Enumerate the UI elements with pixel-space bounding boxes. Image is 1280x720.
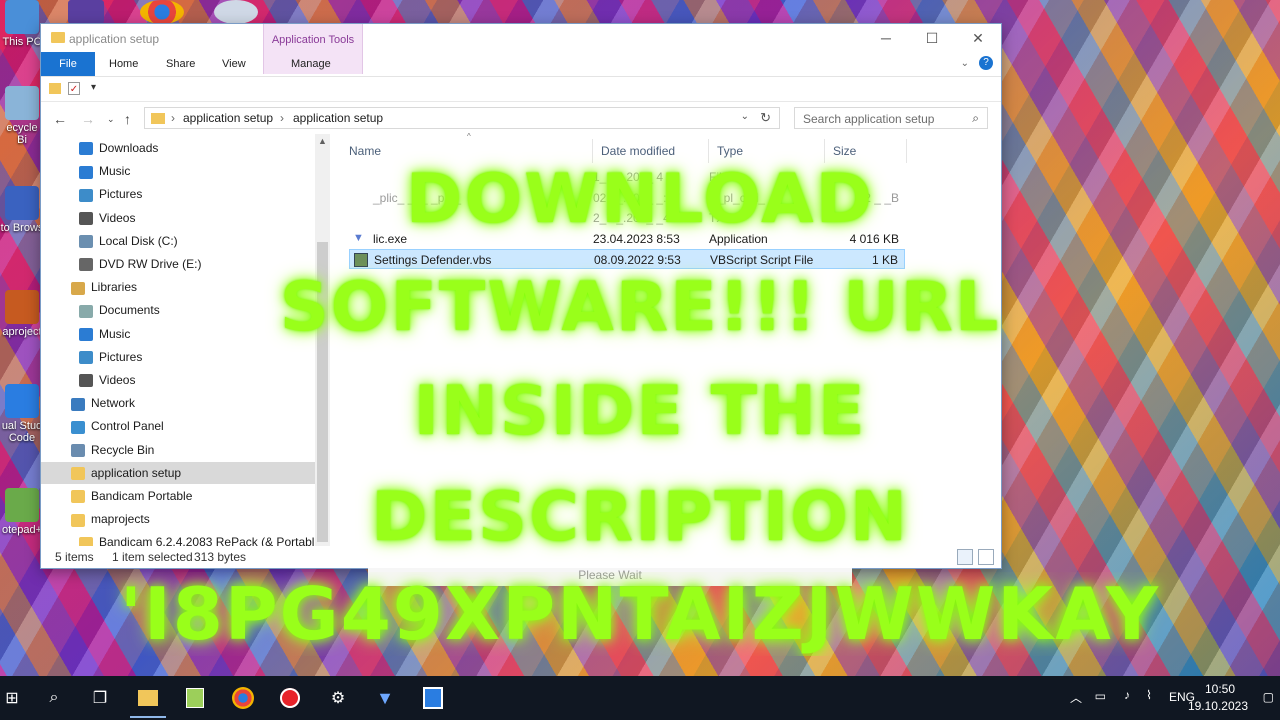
chevron-down-icon[interactable]: ⌄	[741, 111, 749, 122]
properties-icon[interactable]: ✓	[68, 82, 80, 95]
scroll-up-icon[interactable]: ▲	[318, 136, 327, 146]
overlay-text-line: DESCRIPTION	[371, 478, 909, 557]
minimize-button[interactable]: ─	[863, 24, 909, 52]
overlay-code-text: 'I8PG49XPNTAIZJWWKAY	[119, 572, 1161, 656]
taskbar: ⊞ ⌕ ❐ ⚙ ▼ ︿ ▭ ♪ ⌇ ENG 10:50 19.10.2023 ▢	[0, 676, 1280, 720]
new-folder-icon[interactable]	[49, 83, 61, 94]
volume-icon[interactable]: ♪	[1124, 688, 1130, 702]
sort-ascending-icon: ^	[467, 132, 471, 141]
clock-date[interactable]: 19.10.2023	[1188, 699, 1248, 713]
help-icon[interactable]: ?	[979, 56, 993, 70]
start-windows-icon[interactable]: ⊞	[0, 686, 24, 710]
breadcrumb-item[interactable]: application setup	[293, 111, 383, 125]
breadcrumb-item[interactable]: application setup	[183, 111, 273, 125]
address-bar[interactable]: › application setup › application setup …	[144, 107, 780, 129]
address-row: ← → ⌄ ↑ › application setup › applicatio…	[41, 102, 1001, 136]
notifications-icon[interactable]: ▢	[1263, 690, 1274, 704]
up-icon[interactable]: ↑	[124, 111, 131, 127]
search-icon[interactable]: ⌕	[42, 686, 66, 710]
forward-icon[interactable]: →	[81, 111, 95, 127]
file-size: 1 KB	[871, 253, 898, 268]
tab-view[interactable]: View	[222, 52, 246, 76]
title-bar: application setup Application Tools ─ ☐ …	[41, 24, 1001, 74]
desktop-icon[interactable]: This PC	[0, 0, 44, 48]
nav-item-icon	[79, 351, 93, 365]
desktop-app-icon[interactable]	[68, 0, 104, 24]
nav-item-label: Downloads	[99, 141, 159, 155]
ribbon-tabs: File Home Share View Manage ⌄ ?	[41, 52, 1001, 77]
shield-icon[interactable]	[421, 686, 445, 710]
nav-item[interactable]: Pictures	[41, 346, 315, 368]
overlay-text-line: INSIDE THE	[413, 372, 867, 451]
network-icon[interactable]: ⌇	[1146, 688, 1152, 702]
file-type: VBScript Script File	[710, 253, 814, 268]
nav-item-label: Pictures	[99, 349, 143, 364]
tab-file[interactable]: File	[41, 52, 95, 76]
desktop-icon-label: ecycle Bi	[6, 122, 38, 146]
search-icon[interactable]: ⌕	[972, 111, 979, 126]
back-icon[interactable]: ←	[53, 111, 67, 127]
tab-home[interactable]: Home	[109, 52, 138, 76]
window-title: application setup	[69, 32, 160, 46]
customize-toolbar-icon[interactable]: ▾	[91, 82, 96, 93]
folder-icon	[51, 32, 65, 43]
task-view-icon[interactable]: ❐	[88, 686, 112, 710]
application-tools-label: Application Tools	[271, 34, 355, 46]
overlay-text-line: SOFTWARE!!! URL	[279, 268, 1001, 347]
desktop-icon-label: This PC	[2, 36, 42, 48]
desktop-app-icon	[5, 86, 39, 120]
tab-share[interactable]: Share	[166, 52, 195, 76]
chevron-up-icon[interactable]: ︿	[1070, 689, 1082, 706]
desktop-app-icon	[5, 0, 39, 34]
nav-item-icon	[79, 142, 93, 156]
file-icon	[354, 253, 368, 268]
clock-time[interactable]: 10:50	[1205, 682, 1235, 696]
refresh-icon[interactable]: ↻	[760, 110, 771, 126]
overlay-text-line: DOWNLOAD	[405, 160, 875, 239]
mail-icon[interactable]	[214, 0, 258, 24]
app-triangle-icon[interactable]: ▼	[373, 686, 397, 710]
desktop-icon[interactable]: ecycle Bi	[0, 86, 44, 146]
chrome-icon[interactable]	[231, 686, 255, 710]
tab-manage[interactable]: Manage	[291, 52, 331, 76]
notepad-plus-icon[interactable]	[183, 686, 207, 710]
expand-ribbon-icon[interactable]: ⌄	[961, 58, 969, 69]
close-button[interactable]: ✕	[955, 24, 1001, 52]
search-placeholder: Search application setup	[803, 112, 935, 126]
file-date: 08.09.2022 9:53	[594, 253, 681, 268]
gear-icon[interactable]: ⚙	[326, 686, 350, 710]
maximize-button[interactable]: ☐	[909, 24, 955, 52]
file-row[interactable]: Settings Defender.vbs 08.09.2022 9:53 VBSc…	[349, 249, 905, 270]
folder-icon	[151, 113, 165, 124]
chevron-right-icon[interactable]: ›	[280, 111, 284, 125]
file-name: Settings Defender.vbs	[374, 253, 492, 268]
battery-icon[interactable]: ▭	[1095, 689, 1106, 703]
search-input[interactable]: Search application setup ⌕	[794, 107, 988, 129]
quick-access-toolbar: ✓ ▾	[41, 77, 1001, 102]
chrome-icon[interactable]	[140, 0, 184, 24]
nav-item[interactable]: Downloads	[41, 137, 315, 159]
record-icon[interactable]	[278, 686, 302, 710]
recent-locations-icon[interactable]: ⌄	[107, 114, 115, 125]
chevron-right-icon[interactable]: ›	[171, 111, 175, 125]
file-explorer-icon[interactable]	[130, 686, 166, 718]
